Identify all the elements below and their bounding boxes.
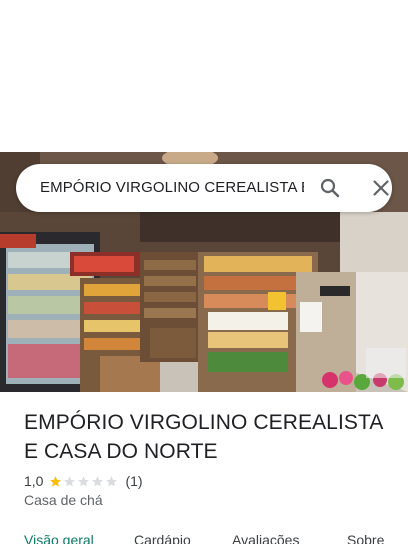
star-empty-icon [78, 475, 90, 486]
close-icon[interactable] [369, 176, 393, 200]
search-bar[interactable]: EMPÓRIO VIRGOLINO CEREALISTA E CASA DO N… [16, 164, 392, 212]
star-empty-icon [92, 475, 104, 486]
tab-menu[interactable]: Cardápio [134, 532, 191, 544]
blank-map-area [0, 0, 408, 152]
star-empty-icon [64, 475, 76, 486]
rating-stars [49, 475, 119, 488]
search-icon[interactable] [318, 176, 342, 200]
search-input[interactable]: EMPÓRIO VIRGOLINO CEREALISTA E CASA DO N… [40, 164, 304, 212]
rating-row[interactable]: 1,0 (1) [24, 472, 143, 490]
rating-value: 1,0 [24, 473, 44, 489]
place-title: EMPÓRIO VIRGOLINO CEREALISTA E CASA DO N… [24, 411, 383, 463]
place-category[interactable]: Casa de chá [24, 492, 103, 508]
tab-about[interactable]: Sobre [347, 532, 384, 544]
review-count[interactable]: (1) [125, 473, 142, 489]
tab-overview[interactable]: Visão geral [24, 532, 94, 544]
tab-reviews[interactable]: Avaliações [232, 532, 299, 544]
star-empty-icon [106, 475, 118, 486]
star-filled-icon [50, 475, 62, 486]
place-tabs: Visão geral Cardápio Avaliações Sobre [0, 528, 408, 544]
